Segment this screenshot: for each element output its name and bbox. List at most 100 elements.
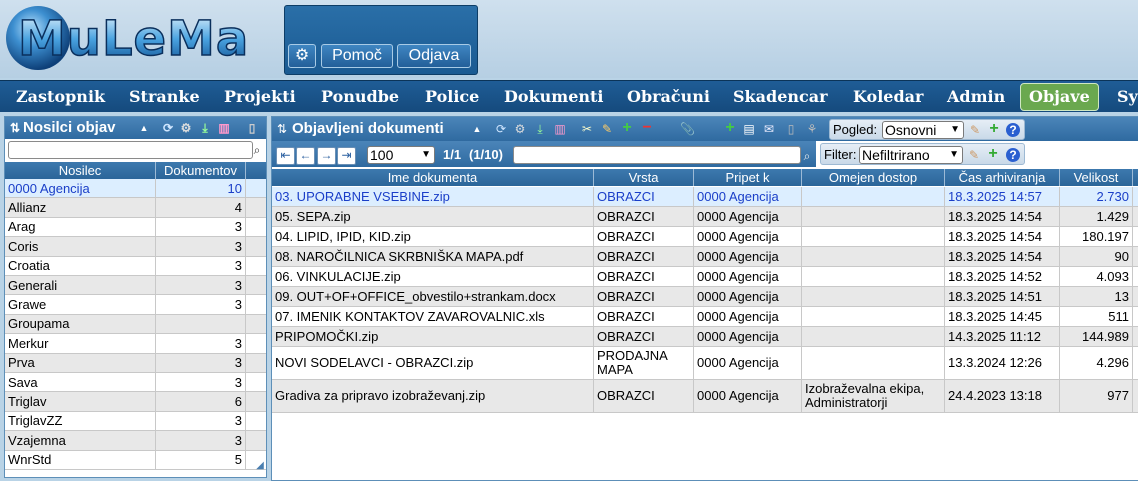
next-page-icon[interactable]: → bbox=[317, 147, 336, 165]
table-row[interactable]: 08. NAROČILNICA SKRBNIŠKA MAPA.pdf OBRAZC… bbox=[272, 247, 1138, 267]
edit-view-icon[interactable]: ✎ bbox=[968, 123, 982, 137]
nav-item-zastopnik[interactable]: Zastopnik bbox=[16, 86, 105, 108]
nav-item-objave[interactable]: Objave bbox=[1020, 83, 1099, 111]
attachment-icon[interactable]: 📎 bbox=[680, 122, 695, 136]
settings-icon[interactable]: ⚙ bbox=[179, 121, 193, 135]
nav-item-sy[interactable]: Sy bbox=[1117, 86, 1138, 108]
help-icon[interactable]: ? bbox=[1006, 123, 1020, 137]
help-button[interactable]: Pomoč bbox=[321, 44, 393, 68]
nav-item-dokumenti[interactable]: Dokumenti bbox=[504, 86, 603, 108]
carriers-panel: ⇅ Nosilci objav ▲ ⟳ ⚙ ⤓ ▥ ▯ ⌕ Nosilec Do… bbox=[4, 116, 267, 478]
list-item[interactable]: Generali 3 bbox=[5, 276, 266, 296]
list-item[interactable]: Prva 3 bbox=[5, 353, 266, 373]
help-icon[interactable]: ? bbox=[1006, 148, 1020, 162]
list-item[interactable]: Sava 3 bbox=[5, 373, 266, 393]
logout-button[interactable]: Odjava bbox=[397, 44, 471, 68]
table-row[interactable]: Gradiva za pripravo izobraževanj.zip OBRA… bbox=[272, 380, 1138, 413]
nav-item-police[interactable]: Police bbox=[425, 86, 479, 108]
nav-item-projekti[interactable]: Projekti bbox=[224, 86, 296, 108]
carrier-count: 3 bbox=[156, 237, 246, 256]
tools-icon[interactable]: ✂ bbox=[580, 122, 594, 136]
resize-handle-icon[interactable]: ◢ bbox=[253, 459, 266, 473]
list-item[interactable]: Coris 3 bbox=[5, 237, 266, 257]
prev-page-icon[interactable]: ← bbox=[296, 147, 315, 165]
nav-item-ponudbe[interactable]: Ponudbe bbox=[321, 86, 399, 108]
remove-icon[interactable]: − bbox=[640, 120, 654, 136]
add-view-icon[interactable]: + bbox=[987, 121, 1001, 137]
carrier-name: TriglavZZ bbox=[5, 411, 156, 431]
last-page-icon[interactable]: ⇥ bbox=[337, 147, 356, 165]
list-item[interactable]: 0000 Agencija 10 bbox=[5, 179, 266, 199]
mail-icon[interactable]: ✉ bbox=[762, 122, 776, 136]
list-item[interactable]: Grawe 3 bbox=[5, 295, 266, 315]
view-select[interactable]: Osnovni ▼ bbox=[882, 121, 964, 139]
document-attached: 0000 Agencija bbox=[694, 267, 802, 286]
list-item[interactable]: Vzajemna 3 bbox=[5, 431, 266, 451]
list-item[interactable]: Arag 3 bbox=[5, 217, 266, 238]
col-dokumentov[interactable]: Dokumentov bbox=[156, 162, 246, 179]
carrier-name: Croatia bbox=[5, 256, 156, 275]
nav-item-stranke[interactable]: Stranke bbox=[129, 86, 200, 108]
export-icon[interactable]: ⤓ bbox=[533, 122, 547, 136]
col-ime-dokumenta[interactable]: Ime dokumenta bbox=[272, 169, 594, 186]
document-type: OBRAZCI bbox=[594, 267, 694, 286]
add-icon[interactable]: + bbox=[620, 120, 634, 136]
search-icon[interactable]: ⌕ bbox=[250, 143, 264, 157]
table-row[interactable]: NOVI SODELAVCI - OBRAZCI.zip PRODAJNA MAP… bbox=[272, 347, 1138, 380]
documents-search-input[interactable] bbox=[513, 146, 801, 164]
clipboard-icon[interactable]: ▯ bbox=[784, 122, 798, 136]
table-row[interactable]: PRIPOMOČKI.zip OBRAZCI 0000 Agencija 14.3.2… bbox=[272, 327, 1138, 347]
search-icon[interactable]: ⌕ bbox=[800, 149, 814, 163]
add-filter-icon[interactable]: + bbox=[986, 146, 1000, 162]
refresh-icon[interactable]: ⟳ bbox=[161, 121, 175, 135]
list-item[interactable]: WnrStd 5 bbox=[5, 450, 266, 470]
document-icon[interactable]: ▤ bbox=[742, 122, 756, 136]
list-item[interactable]: Triglav 6 bbox=[5, 392, 266, 412]
col-pripet-k[interactable]: Pripet k bbox=[694, 169, 802, 186]
document-archived-time: 18.3.2025 14:52 bbox=[945, 267, 1060, 286]
col-cas-arhiviranja[interactable]: Čas arhiviranja bbox=[945, 169, 1060, 186]
sort-caret-icon[interactable]: ▲ bbox=[137, 121, 151, 135]
nav-item-admin[interactable]: Admin bbox=[947, 86, 1005, 108]
table-row[interactable]: 03. UPORABNE VSEBINE.zip OBRAZCI 0000 Agen… bbox=[272, 187, 1138, 207]
filter-block: Filter: Nefiltrirano ▼ ✎ + ? bbox=[820, 143, 1025, 165]
list-item[interactable]: Croatia 3 bbox=[5, 256, 266, 276]
table-row[interactable]: 07. IMENIK KONTAKTOV ZAVAROVALNIC.xls OBR… bbox=[272, 307, 1138, 327]
chart-icon[interactable]: ▥ bbox=[217, 121, 231, 135]
document-restricted bbox=[802, 187, 945, 206]
nav-item-koledar[interactable]: Koledar bbox=[853, 86, 923, 108]
tree-icon[interactable]: ⚘ bbox=[805, 122, 819, 136]
carriers-search-input[interactable] bbox=[8, 141, 253, 159]
list-item[interactable]: Groupama bbox=[5, 314, 266, 335]
document-size: 180.197 bbox=[1060, 227, 1133, 246]
nav-item-obracuni[interactable]: Obračuni bbox=[627, 86, 710, 108]
add-document-icon[interactable]: + bbox=[723, 120, 737, 136]
edit-icon[interactable]: ✎ bbox=[600, 122, 614, 136]
col-nosilec[interactable]: Nosilec bbox=[5, 162, 156, 179]
table-row[interactable]: 05. SEPA.zip OBRAZCI 0000 Agencija 18.3.202… bbox=[272, 207, 1138, 227]
list-item[interactable]: Merkur 3 bbox=[5, 334, 266, 354]
settings-icon[interactable]: ⚙ bbox=[513, 122, 527, 136]
refresh-icon[interactable]: ⟳ bbox=[494, 122, 508, 136]
page-size-select[interactable]: 100 ▼ bbox=[367, 146, 435, 164]
filter-select[interactable]: Nefiltrirano ▼ bbox=[859, 146, 963, 164]
table-row[interactable]: 09. OUT+OF+OFFICE_obvestilo+strankam.doc… bbox=[272, 287, 1138, 307]
table-row[interactable]: 04. LIPID, IPID, KID.zip OBRAZCI 0000 Agen… bbox=[272, 227, 1138, 247]
clipboard-icon[interactable]: ▯ bbox=[245, 121, 259, 135]
settings-button[interactable]: ⚙ bbox=[288, 44, 316, 68]
sort-caret-icon[interactable]: ▲ bbox=[470, 122, 484, 136]
list-item[interactable]: Allianz 4 bbox=[5, 198, 266, 218]
table-row[interactable]: 06. VINKULACIJE.zip OBRAZCI 0000 Agencija 1… bbox=[272, 267, 1138, 287]
col-vrsta[interactable]: Vrsta bbox=[594, 169, 694, 186]
col-velikost[interactable]: Velikost bbox=[1060, 169, 1133, 186]
collapse-icon[interactable]: ⇅ bbox=[8, 121, 22, 135]
nav-item-skadencar[interactable]: Skadencar bbox=[733, 86, 828, 108]
edit-filter-icon[interactable]: ✎ bbox=[967, 148, 981, 162]
list-item[interactable]: TriglavZZ 3 bbox=[5, 411, 266, 432]
collapse-icon[interactable]: ⇅ bbox=[275, 122, 289, 136]
col-omejen-dostop[interactable]: Omejen dostop bbox=[802, 169, 945, 186]
first-page-icon[interactable]: ⇤ bbox=[276, 147, 295, 165]
chart-icon[interactable]: ▥ bbox=[553, 122, 567, 136]
export-icon[interactable]: ⤓ bbox=[198, 121, 212, 135]
document-attached: 0000 Agencija bbox=[694, 187, 802, 206]
